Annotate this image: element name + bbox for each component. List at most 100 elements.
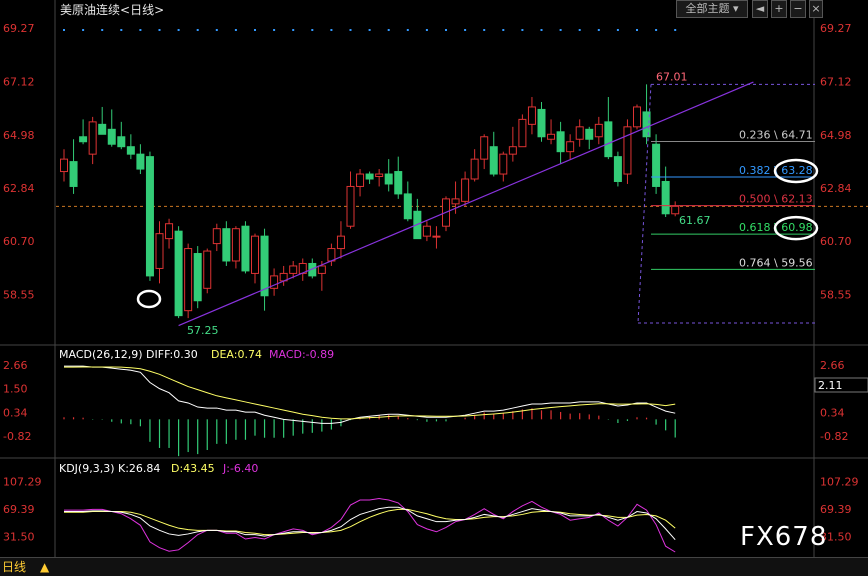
kdj-tick-label-left: 107.29 xyxy=(3,476,42,489)
y-tick-label-right: 69.27 xyxy=(820,22,852,35)
dot-marker xyxy=(234,29,237,31)
dot-marker xyxy=(349,29,352,31)
candle-body xyxy=(98,123,107,135)
fib-level-label: 0.500 \ 62.13 xyxy=(739,193,813,206)
dot-marker xyxy=(387,29,390,31)
candle-body xyxy=(165,223,174,240)
candle-body xyxy=(594,123,603,138)
dot-marker xyxy=(330,29,333,31)
y-tick-label-right: 64.98 xyxy=(820,129,852,142)
kdj-tick-label-left: 69.39 xyxy=(3,503,35,516)
candle-body xyxy=(126,146,135,155)
candle-body xyxy=(60,158,68,173)
fib-level-label: 0.236 \ 64.71 xyxy=(739,128,813,141)
dot-marker xyxy=(636,29,638,31)
dot-marker xyxy=(406,29,409,31)
dot-marker xyxy=(502,29,505,31)
candle-body xyxy=(203,250,212,289)
candle-body xyxy=(251,235,259,274)
candle-body xyxy=(422,225,431,237)
kdj-j-label: J:-6.40 xyxy=(222,462,258,475)
bottom-bar xyxy=(0,557,868,576)
candle-body xyxy=(327,248,336,262)
y-tick-label-right: 58.55 xyxy=(820,289,852,302)
kdj-tick-label-right: 69.39 xyxy=(820,503,852,516)
dot-marker xyxy=(273,29,276,31)
dot-marker xyxy=(254,29,256,31)
y-tick-label-left: 67.12 xyxy=(3,76,35,89)
instrument-title: 美原油连续<日线> xyxy=(60,1,164,18)
candle-body xyxy=(88,121,97,155)
close-button[interactable]: × xyxy=(809,0,823,18)
candle-body xyxy=(384,173,393,185)
period-tab[interactable]: 日线 ▲ xyxy=(2,558,49,575)
candle-body xyxy=(575,126,584,140)
y-tick-label-left: 62.84 xyxy=(3,182,35,195)
candle-body xyxy=(365,173,374,180)
candle-body xyxy=(613,156,622,182)
zoom-out-button[interactable]: − xyxy=(790,0,806,18)
macd-tick-label-left: 1.50 xyxy=(3,383,28,396)
up-arrow-icon: ▲ xyxy=(40,560,50,574)
candle-body xyxy=(527,106,536,125)
dot-marker xyxy=(101,29,104,31)
macd-diff-line xyxy=(64,365,676,424)
macd-tick-label-left: 0.34 xyxy=(3,406,28,419)
dot-marker xyxy=(578,29,581,31)
candle-body xyxy=(117,136,126,148)
dot-marker xyxy=(597,29,600,31)
candle-body xyxy=(508,146,517,155)
kdj-k-line xyxy=(64,506,676,541)
dot-marker xyxy=(674,29,677,31)
kdj-title: KDJ(9,3,3) K:26.84 xyxy=(59,462,160,475)
y-tick-label-right: 60.70 xyxy=(820,235,852,248)
candle-body xyxy=(136,153,145,170)
period-tab-label: 日线 xyxy=(2,560,27,574)
candle-body xyxy=(212,228,221,245)
dot-marker xyxy=(82,29,85,31)
macd-cursor-value: 2.11 xyxy=(818,379,843,392)
candle-body xyxy=(155,233,164,269)
kdj-j-line xyxy=(64,498,676,553)
dot-marker xyxy=(215,29,218,31)
candle-body xyxy=(375,173,384,178)
kdj-tick-label-left: 31.50 xyxy=(3,530,35,543)
dot-marker xyxy=(311,29,314,31)
candle-body xyxy=(260,235,269,297)
theme-dropdown[interactable]: 全部主题 ▾ xyxy=(676,0,748,18)
left-arrow-icon: ◄ xyxy=(755,2,765,15)
candle-body xyxy=(394,171,403,195)
kdj-d-line xyxy=(64,508,676,536)
candle-body xyxy=(174,230,183,317)
candle-body xyxy=(633,106,641,128)
dot-marker xyxy=(177,29,180,31)
macd-tick-label-left: 2.66 xyxy=(3,359,28,372)
dot-marker xyxy=(368,29,371,31)
macd-title: MACD(26,12,9) DIFF:0.30 xyxy=(59,348,198,361)
dot-marker xyxy=(120,29,123,31)
candle-body xyxy=(432,235,441,238)
dot-marker xyxy=(521,29,524,31)
zoom-in-button[interactable]: + xyxy=(771,0,787,18)
watermark: FX678 xyxy=(740,522,828,552)
recent-low-label: 61.67 xyxy=(679,214,711,227)
macd-macd-label: MACD:-0.89 xyxy=(269,348,334,361)
theme-label: 全部主题 xyxy=(685,2,730,15)
candle-body xyxy=(661,180,670,215)
candle-body xyxy=(489,146,498,175)
period-label: <日线> xyxy=(120,3,165,17)
dot-marker xyxy=(464,29,467,31)
prev-button[interactable]: ◄ xyxy=(752,0,768,18)
y-tick-label-right: 62.84 xyxy=(820,182,852,195)
y-tick-label-right: 67.12 xyxy=(820,76,852,89)
candle-body xyxy=(547,133,556,140)
candle-body xyxy=(289,265,298,274)
y-tick-label-left: 64.98 xyxy=(3,129,35,142)
candle-body xyxy=(356,173,365,187)
candle-body xyxy=(231,228,240,262)
chart-canvas: 69.27 69.27 67.12 67.12 64.98 64.98 62.84 62.84… xyxy=(0,0,868,575)
macd-dea-line xyxy=(64,366,676,420)
dot-marker xyxy=(425,29,428,31)
minus-icon: − xyxy=(793,2,803,15)
candle-body xyxy=(241,225,250,272)
